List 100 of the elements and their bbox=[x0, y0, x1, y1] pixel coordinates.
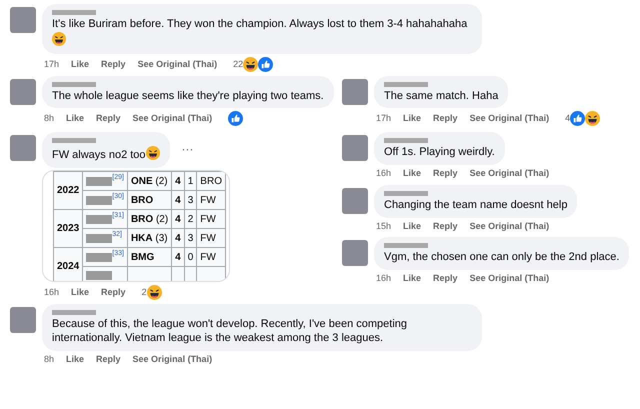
laughing-emoji-icon bbox=[243, 56, 258, 72]
action-link[interactable]: See Original (Thai) bbox=[470, 273, 550, 284]
table-cell: FW bbox=[196, 228, 226, 248]
table-cell: 0 bbox=[184, 248, 197, 266]
reaction-count: 4 bbox=[565, 113, 570, 124]
table-cell: 3 bbox=[184, 190, 197, 210]
action-link[interactable]: See Original (Thai) bbox=[470, 220, 550, 232]
avatar-placeholder bbox=[10, 135, 36, 162]
laughing-emoji-icon bbox=[52, 32, 66, 46]
redacted-name bbox=[52, 10, 96, 15]
year-cell: 2022 bbox=[54, 172, 83, 210]
laughing-emoji-icon bbox=[146, 285, 162, 300]
comment-text: The whole league seems like they're playing two teams. bbox=[52, 90, 324, 104]
laughing-emoji-icon bbox=[585, 111, 600, 126]
timestamp: 15h bbox=[376, 220, 392, 232]
table-cell: 4 bbox=[172, 190, 184, 210]
action-link[interactable]: Reply bbox=[433, 273, 458, 284]
year-cell: 2024 bbox=[54, 248, 83, 281]
reference-link[interactable]: [29] bbox=[112, 174, 124, 182]
team-cell: BRO (2) bbox=[127, 210, 172, 228]
action-link[interactable]: Reply bbox=[433, 220, 458, 232]
reaction-count: 22 bbox=[233, 58, 244, 70]
comment-text: Changing the team name doesnt help bbox=[384, 198, 568, 213]
comment-text: Vgm, the chosen one can only be the 2nd place. bbox=[384, 251, 620, 266]
table-cell: 1 bbox=[184, 172, 197, 190]
reference-link[interactable]: [31] bbox=[112, 212, 124, 220]
redacted-name bbox=[52, 310, 96, 315]
reference-link[interactable]: 32] bbox=[112, 231, 122, 238]
action-link[interactable]: Reply bbox=[96, 113, 121, 124]
reference-link[interactable]: [33] bbox=[112, 250, 124, 258]
redacted-name bbox=[384, 138, 428, 144]
timestamp: 16h bbox=[376, 168, 392, 179]
table-cell: 2 bbox=[184, 210, 197, 228]
action-link[interactable]: Like bbox=[66, 354, 84, 364]
redacted-name bbox=[52, 138, 96, 144]
team-cell: ONE (2) bbox=[127, 172, 172, 190]
action-link[interactable]: Reply bbox=[101, 287, 126, 298]
team-cell: BMG bbox=[127, 248, 172, 266]
team-cell: BRO bbox=[127, 190, 172, 210]
table-cell: FW bbox=[196, 248, 226, 266]
redacted-text bbox=[86, 271, 112, 280]
action-link[interactable]: Like bbox=[403, 168, 422, 179]
avatar-placeholder bbox=[342, 78, 368, 104]
redacted-text bbox=[86, 214, 112, 224]
timestamp: 17h bbox=[376, 113, 392, 124]
action-link[interactable]: See Original (Thai) bbox=[132, 354, 212, 364]
action-link[interactable]: Like bbox=[403, 273, 422, 284]
reaction-count: 2 bbox=[142, 287, 147, 298]
table-cell: FW bbox=[196, 210, 226, 228]
avatar-placeholder bbox=[342, 135, 368, 162]
action-link[interactable]: See Original (Thai) bbox=[132, 113, 212, 124]
table-cell: FW bbox=[196, 190, 226, 210]
action-link[interactable]: Like bbox=[71, 287, 90, 298]
reference-link[interactable]: [30] bbox=[112, 193, 124, 200]
like-reaction-icon bbox=[228, 111, 244, 126]
avatar-placeholder bbox=[10, 307, 36, 333]
more-options-button[interactable]: ··· bbox=[182, 140, 194, 158]
table-cell: 4 bbox=[172, 248, 184, 266]
redacted-name bbox=[384, 82, 428, 86]
comment-text: FW always no2 too bbox=[52, 149, 146, 162]
avatar-placeholder bbox=[10, 78, 36, 104]
action-link[interactable]: See Original (Thai) bbox=[138, 58, 218, 70]
comment-text: Off 1s. Playing weirdly. bbox=[384, 146, 495, 160]
redacted-text bbox=[86, 196, 112, 205]
timestamp: 16h bbox=[44, 287, 60, 298]
redacted-text bbox=[86, 234, 112, 243]
action-link[interactable]: Like bbox=[403, 220, 422, 232]
action-link[interactable]: See Original (Thai) bbox=[470, 113, 550, 124]
action-link[interactable]: Like bbox=[403, 113, 422, 124]
avatar-placeholder bbox=[342, 240, 368, 266]
redacted-text bbox=[86, 252, 112, 262]
action-link[interactable]: Like bbox=[71, 58, 90, 70]
action-link[interactable]: Reply bbox=[101, 58, 126, 70]
redacted-text bbox=[86, 176, 112, 186]
comment-text: The same match. Haha bbox=[384, 90, 498, 104]
action-link[interactable]: Reply bbox=[433, 168, 458, 179]
action-link[interactable]: Reply bbox=[433, 113, 458, 124]
table-cell: 3 bbox=[184, 228, 197, 248]
avatar-placeholder bbox=[10, 7, 36, 33]
table-cell: 4 bbox=[172, 228, 184, 248]
comment-text: It's like Buriram before. They won the champion. Always lost to them 3-4 hahahahaha bbox=[52, 18, 468, 30]
year-cell: 2023 bbox=[54, 210, 83, 248]
redacted-name bbox=[384, 243, 428, 248]
action-link[interactable]: Reply bbox=[96, 354, 121, 364]
comment-text: Because of this, the league won't develop. Recently, I've been competing internationally. Vietnam league is the weakest among the 3 leagues. bbox=[52, 318, 408, 346]
like-reaction-icon bbox=[258, 56, 274, 72]
like-reaction-icon bbox=[570, 111, 586, 126]
table-cell: 4 bbox=[172, 210, 184, 228]
timestamp: 8h bbox=[44, 113, 54, 124]
laughing-emoji-icon bbox=[146, 146, 160, 160]
redacted-name bbox=[384, 190, 428, 196]
timestamp: 17h bbox=[44, 58, 60, 70]
timestamp: 8h bbox=[44, 354, 54, 364]
timestamp: 16h bbox=[376, 273, 392, 284]
table-cell: 4 bbox=[172, 172, 184, 190]
avatar-placeholder bbox=[342, 188, 368, 214]
team-cell: HKA (3) bbox=[127, 228, 172, 248]
redacted-name bbox=[52, 82, 96, 86]
action-link[interactable]: Like bbox=[66, 113, 84, 124]
action-link[interactable]: See Original (Thai) bbox=[470, 168, 550, 179]
